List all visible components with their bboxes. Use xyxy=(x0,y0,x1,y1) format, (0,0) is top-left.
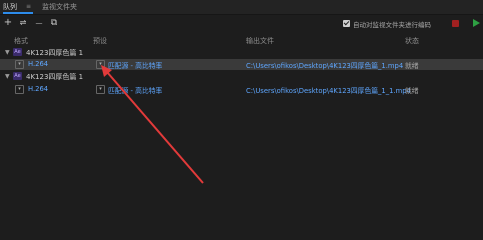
annotation-arrow xyxy=(101,65,204,184)
status-value: 就绪 xyxy=(405,87,419,95)
panel-tab-bar: 队列 ≡ 监视文件夹 xyxy=(0,0,483,15)
format-value[interactable]: H.264 xyxy=(28,85,48,93)
play-icon[interactable] xyxy=(473,19,480,27)
after-effects-icon: Ae xyxy=(13,48,22,56)
preset-dropdown-chevron-icon[interactable]: ▾ xyxy=(96,85,105,94)
queue-menu-icon[interactable]: ≡ xyxy=(26,3,31,10)
auto-encode-label: 自动对监视文件夹进行编码 xyxy=(353,21,431,29)
after-effects-icon: Ae xyxy=(13,72,22,80)
preset-value[interactable]: 匹配源 - 高比特率 xyxy=(108,60,162,70)
chevron-down-icon[interactable]: ▼ xyxy=(5,73,10,80)
tab-watch-folders[interactable]: 监视文件夹 xyxy=(42,2,77,12)
column-header-format[interactable]: 格式 xyxy=(14,36,28,46)
column-headers: 格式 预设 输出文件 状态 xyxy=(0,36,483,46)
group-name: 4K123四厚色篇 1 xyxy=(26,73,84,81)
duplicate-icon[interactable]: ⧉ xyxy=(48,17,60,29)
column-header-preset[interactable]: 预设 xyxy=(93,36,107,46)
output-file-link[interactable]: C:\Users\ofikos\Desktop\4K123四厚色篇_1.mp4 xyxy=(246,60,403,70)
preset-value[interactable]: 匹配源 - 高比特率 xyxy=(108,85,162,95)
auto-encode-checkbox[interactable] xyxy=(343,20,350,27)
chevron-down-icon[interactable]: ▼ xyxy=(5,49,10,56)
queue-item-row[interactable]: ▾ H.264 ▾ 匹配源 - 高比特率 C:\Users\ofikos\Des… xyxy=(0,59,483,70)
format-value[interactable]: H.264 xyxy=(28,60,48,68)
column-header-output[interactable]: 输出文件 xyxy=(246,36,274,46)
stop-icon[interactable] xyxy=(452,20,459,27)
queue-toolbar: + ⇌ — ⧉ 自动对监视文件夹进行编码 xyxy=(0,15,483,33)
preset-dropdown-chevron-icon[interactable]: ▾ xyxy=(96,60,105,69)
active-tab-indicator xyxy=(3,12,33,14)
group-name: 4K123四厚色篇 1 xyxy=(26,49,84,57)
remove-icon[interactable]: — xyxy=(33,17,45,29)
settings-icon[interactable]: ⇌ xyxy=(17,17,29,29)
queue-group[interactable]: ▼ Ae 4K123四厚色篇 1 xyxy=(0,48,483,58)
tab-queue[interactable]: 队列 xyxy=(3,2,17,12)
column-header-status[interactable]: 状态 xyxy=(405,36,419,46)
add-icon[interactable]: + xyxy=(2,17,14,29)
status-value: 就绪 xyxy=(405,62,419,70)
format-dropdown-chevron-icon[interactable]: ▾ xyxy=(15,60,24,69)
output-file-link[interactable]: C:\Users\ofikos\Desktop\4K123四厚色篇_1_1.mp… xyxy=(246,85,411,95)
queue-item-row[interactable]: ▾ H.264 ▾ 匹配源 - 高比特率 C:\Users\ofikos\Des… xyxy=(0,84,483,95)
format-dropdown-chevron-icon[interactable]: ▾ xyxy=(15,85,24,94)
queue-group[interactable]: ▼ Ae 4K123四厚色篇 1 xyxy=(0,72,483,82)
